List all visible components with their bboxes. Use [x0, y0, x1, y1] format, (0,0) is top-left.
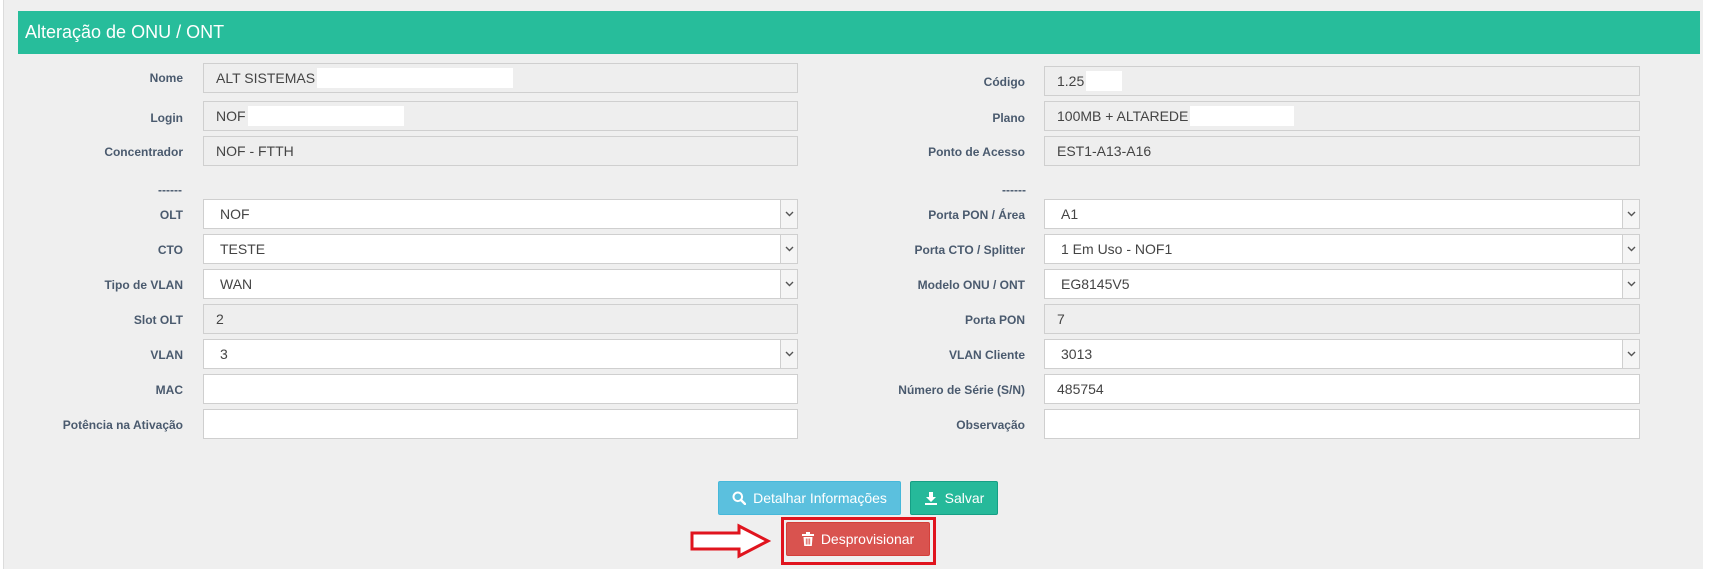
- codigo-field: 1.25: [1044, 66, 1640, 96]
- porta-cto-select[interactable]: 1 Em Uso - NOF1: [1044, 234, 1640, 264]
- chevron-down-icon[interactable]: [1622, 270, 1639, 298]
- cto-select[interactable]: TESTE: [203, 234, 798, 264]
- search-icon: [732, 491, 747, 505]
- chevron-down-icon[interactable]: [780, 340, 797, 368]
- tipo-vlan-select[interactable]: WAN: [203, 269, 798, 299]
- porta-pon-area-value: A1: [1061, 206, 1079, 222]
- detalhar-informacoes-button[interactable]: Detalhar Informações: [718, 481, 901, 515]
- chevron-down-icon[interactable]: [1622, 200, 1639, 228]
- arrow-right-icon: [690, 523, 771, 559]
- nome-field: ALT SISTEMAS: [203, 63, 798, 93]
- plano-value: 100MB + ALTAREDE: [1057, 108, 1189, 124]
- vlan-cliente-value: 3013: [1061, 346, 1093, 362]
- numero-serie-input[interactable]: 485754: [1044, 374, 1640, 404]
- label-modelo-onu: Modelo ONU / ONT: [917, 278, 1025, 292]
- nome-value: ALT SISTEMAS: [216, 70, 316, 86]
- page-title: Alteração de ONU / ONT: [18, 11, 1700, 54]
- divider-right: ------: [1002, 183, 1026, 197]
- cto-value: TESTE: [220, 241, 266, 257]
- label-vlan-cliente: VLAN Cliente: [948, 348, 1025, 362]
- label-cto: CTO: [157, 243, 183, 257]
- chevron-down-icon[interactable]: [1622, 340, 1639, 368]
- porta-pon-area-select[interactable]: A1: [1044, 199, 1640, 229]
- label-porta-pon-area: Porta PON / Área: [928, 208, 1025, 222]
- modelo-onu-select[interactable]: EG8145V5: [1044, 269, 1640, 299]
- label-concentrador: Concentrador: [104, 145, 183, 159]
- desprovisionar-button[interactable]: Desprovisionar: [786, 522, 930, 556]
- desprovisionar-label: Desprovisionar: [820, 531, 915, 547]
- tipo-vlan-value: WAN: [220, 276, 253, 292]
- codigo-value: 1.25: [1057, 73, 1085, 89]
- label-mac: MAC: [155, 383, 183, 397]
- porta-cto-value: 1 Em Uso - NOF1: [1061, 241, 1173, 257]
- label-plano: Plano: [992, 111, 1025, 125]
- observacao-input[interactable]: [1044, 409, 1640, 439]
- login-field: NOF: [203, 101, 798, 131]
- label-tipo-vlan: Tipo de VLAN: [104, 278, 183, 292]
- ponto-acesso-value: EST1-A13-A16: [1057, 143, 1152, 159]
- chevron-down-icon[interactable]: [1622, 235, 1639, 263]
- concentrador-value: NOF - FTTH: [216, 143, 294, 159]
- detalhar-label: Detalhar Informações: [753, 490, 887, 506]
- label-numero-serie: Número de Série (S/N): [898, 383, 1025, 397]
- page-title-text: Alteração de ONU / ONT: [25, 22, 225, 42]
- olt-value: NOF: [220, 206, 250, 222]
- mac-input[interactable]: [203, 374, 798, 404]
- trash-icon: [801, 532, 814, 546]
- concentrador-field: NOF - FTTH: [203, 136, 798, 166]
- ponto-acesso-field: EST1-A13-A16: [1044, 136, 1640, 166]
- label-potencia: Potência na Ativação: [62, 418, 183, 432]
- label-ponto-acesso: Ponto de Acesso: [928, 145, 1025, 159]
- redacted-area: [1086, 71, 1123, 91]
- redacted-area: [317, 68, 514, 88]
- redacted-area: [1190, 106, 1295, 126]
- login-value: NOF: [216, 108, 246, 124]
- label-porta-pon: Porta PON: [964, 313, 1025, 327]
- porta-pon-value: 7: [1057, 311, 1065, 327]
- save-label: Salvar: [944, 490, 985, 506]
- label-nome: Nome: [149, 71, 183, 85]
- plano-field: 100MB + ALTAREDE: [1044, 101, 1640, 131]
- olt-select[interactable]: NOF: [203, 199, 798, 229]
- chevron-down-icon[interactable]: [780, 235, 797, 263]
- label-olt: OLT: [159, 208, 183, 222]
- label-codigo: Código: [983, 75, 1025, 89]
- download-icon: [924, 492, 937, 505]
- numero-serie-value: 485754: [1057, 381, 1104, 397]
- label-vlan: VLAN: [150, 348, 183, 362]
- slot-olt-value: 2: [216, 311, 224, 327]
- porta-pon-field: 7: [1044, 304, 1640, 334]
- redacted-area: [247, 106, 404, 126]
- potencia-input[interactable]: [203, 409, 798, 439]
- label-login: Login: [150, 111, 183, 125]
- chevron-down-icon[interactable]: [780, 200, 797, 228]
- save-button[interactable]: Salvar: [910, 481, 998, 515]
- vlan-select[interactable]: 3: [203, 339, 798, 369]
- chevron-down-icon[interactable]: [780, 270, 797, 298]
- label-observacao: Observação: [956, 418, 1025, 432]
- modelo-onu-value: EG8145V5: [1061, 276, 1130, 292]
- label-slot-olt: Slot OLT: [133, 313, 183, 327]
- slot-olt-field: 2: [203, 304, 798, 334]
- vlan-value: 3: [220, 346, 228, 362]
- divider-left: ------: [158, 183, 182, 197]
- label-porta-cto: Porta CTO / Splitter: [914, 243, 1025, 257]
- vlan-cliente-select[interactable]: 3013: [1044, 339, 1640, 369]
